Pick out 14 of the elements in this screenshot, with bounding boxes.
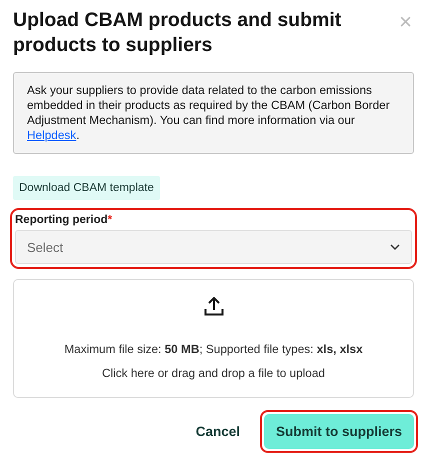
- info-text: Ask your suppliers to provide data related to the carbon emissions embedded in their products as required by the CBAM (Carbon Border Adjustment Mechanism). You can find more information via our Helpdesk.: [13, 72, 414, 154]
- dialog-title: Upload CBAM products and submit products to suppliers: [13, 8, 342, 58]
- helpdesk-link[interactable]: Helpdesk: [27, 128, 76, 142]
- upload-hint: Click here or drag and drop a file to upload: [102, 366, 325, 380]
- chevron-down-icon: [390, 244, 400, 250]
- upload-icon: [204, 297, 224, 316]
- field-label: Reporting period*: [15, 213, 114, 228]
- file-drop-zone[interactable]: Maximum file size: 50 MB; Supported file types: xls, xlsx Click here or drag and drop a file to upload: [13, 279, 414, 398]
- select-placeholder: Select: [27, 240, 64, 254]
- submit-button[interactable]: Submit to suppliers: [264, 414, 414, 449]
- download-template-button[interactable]: Download CBAM template: [13, 176, 160, 200]
- select-field[interactable]: Select: [15, 230, 412, 264]
- file-limits-text: Maximum file size: 50 MB; Supported file types: xls, xlsx: [64, 342, 363, 356]
- cancel-button[interactable]: Cancel: [182, 414, 254, 449]
